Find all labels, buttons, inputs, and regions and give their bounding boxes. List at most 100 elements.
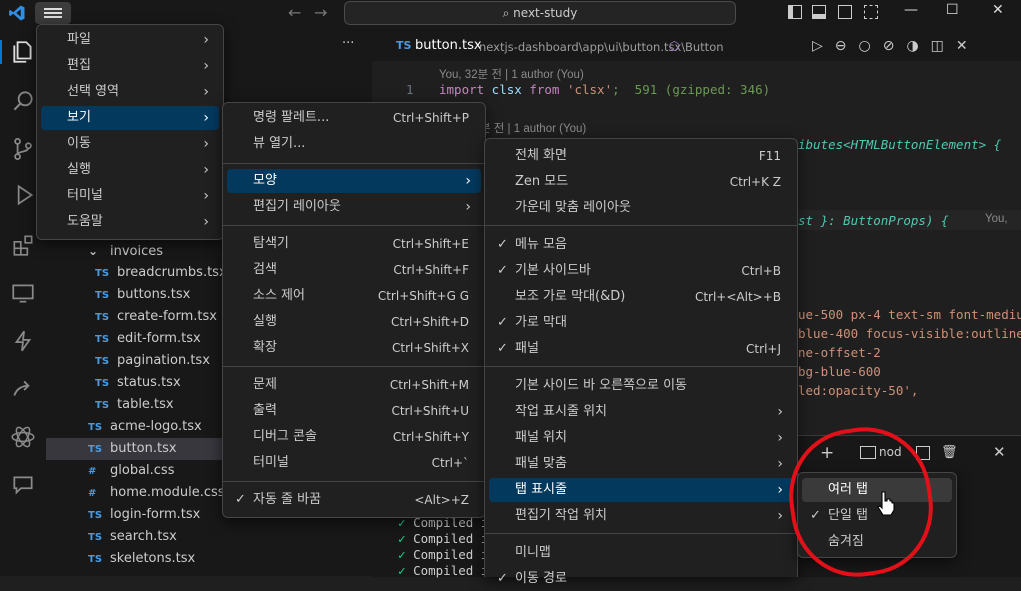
appearance-menu-item-12[interactable]: 탭 표시줄 › (489, 478, 793, 502)
appearance-menu-item-9[interactable]: 작업 표시줄 위치 › (489, 400, 793, 424)
view-menu-item-0[interactable]: 명령 팔레트... Ctrl+Shift+P (227, 106, 481, 130)
code-fragment-6[interactable]: bg-blue-600 (798, 364, 881, 379)
appearance-menu-item-3[interactable]: ✓ 메뉴 모음 (489, 233, 793, 257)
menu-실행[interactable]: 실행 › (41, 158, 219, 182)
extensions-icon[interactable] (10, 232, 36, 258)
vscode-logo[interactable] (8, 4, 26, 22)
view-menu-item-9[interactable]: 문제 Ctrl+Shift+M (227, 373, 481, 397)
react-icon[interactable] (10, 424, 36, 450)
appearance-menu-item-14[interactable]: 미니맵 (489, 541, 793, 565)
appearance-menu-item-10[interactable]: 패널 위치 › (489, 426, 793, 450)
close-panel-icon[interactable]: ✕ (993, 443, 1006, 461)
menu-선택 영역[interactable]: 선택 영역 › (41, 80, 219, 104)
appearance-menu-item-2[interactable]: 가운데 맞춤 레이아웃 (489, 196, 793, 220)
menu-편집[interactable]: 편집 › (41, 54, 219, 78)
git-share-icon[interactable] (10, 376, 36, 402)
close-window-button[interactable]: ✕ (992, 2, 1004, 18)
appearance-menu-item-0[interactable]: 전체 화면 F11 (489, 144, 793, 168)
tree-item[interactable]: TS skeletons.tsx (46, 548, 372, 570)
more-actions-icon[interactable]: ··· (342, 36, 354, 51)
view-menu-item-10[interactable]: 출력 Ctrl+Shift+U (227, 399, 481, 423)
terminal-line-text: Compiled i (413, 531, 489, 546)
tree-item-label: acme-logo.tsx (110, 419, 202, 434)
code-fragment-4[interactable]: blue-400 focus-visible:outline (798, 326, 1021, 341)
run-debug-icon[interactable] (10, 182, 36, 208)
customize-layout-icon[interactable] (864, 5, 878, 19)
shortcut-label: Ctrl+<Alt>+B (694, 290, 781, 304)
view-menu-item-1[interactable]: 뷰 열기... (227, 132, 481, 156)
tree-item-label: table.tsx (117, 397, 174, 412)
chevron-right-icon: › (465, 199, 471, 215)
minimize-button[interactable]: — (904, 2, 918, 18)
trash-icon[interactable]: 🗑 (941, 445, 958, 460)
layout-panel-icon[interactable] (812, 5, 826, 19)
appearance-menu-item-15[interactable]: ✓ 이동 경로 (489, 567, 793, 591)
menu-separator (223, 225, 485, 226)
explorer-icon[interactable] (10, 39, 36, 65)
menu-separator (223, 163, 485, 164)
breadcrumb[interactable]: nextjs-dashboard\app\ui\button.tsx\ (479, 40, 685, 54)
maximize-button[interactable]: ☐ (946, 2, 959, 18)
menu-item-label: 명령 팔레트... (253, 110, 330, 125)
menu-보기[interactable]: 보기 › (41, 106, 219, 130)
menu-separator (223, 481, 485, 482)
view-menu-item-12[interactable]: 터미널 Ctrl+` (227, 451, 481, 475)
appearance-menu-item-8[interactable]: 기본 사이드 바 오른쪽으로 이동 (489, 374, 793, 398)
view-menu-item-4[interactable]: 탐색기 Ctrl+Shift+E (227, 232, 481, 256)
search-icon[interactable] (10, 88, 36, 114)
view-menu-item-11[interactable]: 디버그 콘솔 Ctrl+Shift+Y (227, 425, 481, 449)
appearance-menu-item-6[interactable]: ✓ 가로 막대 (489, 311, 793, 335)
appearance-menu-item-4[interactable]: ✓ 기본 사이드바 Ctrl+B (489, 259, 793, 283)
command-center-search[interactable]: ⌕ next-study (344, 1, 736, 25)
code-fragment-3[interactable]: ue-500 px-4 text-sm font-medium (798, 307, 1021, 322)
code-line-1[interactable]: import clsx from 'clsx'; 591 (gzipped: 3… (439, 82, 770, 97)
tree-item-label: button.tsx (110, 441, 177, 456)
check-icon: ✓ (497, 571, 508, 586)
code-fragment-7[interactable]: led:opacity-50', (798, 383, 918, 398)
view-menu-item-7[interactable]: 실행 Ctrl+Shift+D (227, 310, 481, 334)
appearance-menu-item-13[interactable]: 편집기 작업 위치 › (489, 504, 793, 528)
ts-file-icon: TS (95, 400, 110, 411)
appearance-menu-item-7[interactable]: ✓ 패널 Ctrl+J (489, 337, 793, 361)
menu-icon[interactable] (35, 2, 71, 24)
tree-item-label: create-form.tsx (117, 309, 217, 324)
shortcut-label: Ctrl+K Z (729, 175, 781, 189)
tree-item-label: invoices (110, 244, 164, 259)
forward-arrow-icon[interactable]: → (314, 3, 327, 22)
view-menu-item-3[interactable]: 편집기 레이아웃 › (227, 195, 481, 219)
editor-actions[interactable]: ▷⊖○⊘◑◫✕ (812, 38, 980, 54)
appearance-menu-item-5[interactable]: 보조 가로 막대(&D) Ctrl+<Alt>+B (489, 285, 793, 309)
shortcut-label: Ctrl+B (741, 264, 781, 278)
menu-item-label: 소스 제어 (253, 288, 305, 303)
source-control-icon[interactable] (10, 136, 36, 162)
ts-file-icon: TS (95, 268, 110, 279)
menu-item-label: 이동 경로 (515, 571, 567, 586)
comments-icon[interactable] (10, 472, 36, 498)
tree-item[interactable]: TS search.tsx (46, 526, 372, 548)
view-menu-item-5[interactable]: 검색 Ctrl+Shift+F (227, 258, 481, 282)
chevron-right-icon: › (203, 32, 209, 48)
view-menu-item-8[interactable]: 확장 Ctrl+Shift+X (227, 336, 481, 360)
ts-file-icon: TS (88, 532, 103, 543)
code-fragment-1[interactable]: ibutes<HTMLButtonElement> { (798, 137, 1001, 152)
remote-explorer-icon[interactable] (10, 280, 36, 306)
appearance-menu-item-1[interactable]: Zen 모드 Ctrl+K Z (489, 170, 793, 194)
code-fragment-2[interactable]: st }: ButtonProps) { (798, 213, 949, 228)
layout-sidebar-icon[interactable] (788, 5, 802, 19)
code-fragment-5[interactable]: ne-offset-2 (798, 345, 881, 360)
tab-button-tsx[interactable]: button.tsx (415, 38, 482, 53)
menu-파일[interactable]: 파일 › (41, 28, 219, 52)
menu-터미널[interactable]: 터미널 › (41, 184, 219, 208)
menu-도움말[interactable]: 도움말 › (41, 210, 219, 234)
view-menu-item-6[interactable]: 소스 제어 Ctrl+Shift+G G (227, 284, 481, 308)
back-arrow-icon[interactable]: ← (288, 3, 301, 22)
layout-secondary-icon[interactable] (838, 5, 852, 19)
view-menu-item-2[interactable]: 모양 › (227, 169, 481, 193)
ts-file-icon: TS (95, 290, 110, 301)
menu-item-label: 메뉴 모음 (515, 237, 567, 252)
menu-이동[interactable]: 이동 › (41, 132, 219, 156)
testing-icon[interactable] (10, 328, 36, 354)
appearance-menu-item-11[interactable]: 패널 맞춤 › (489, 452, 793, 476)
breadcrumb-symbol[interactable]: Button (685, 40, 724, 54)
view-menu-item-13[interactable]: ✓ 자동 줄 바꿈 <Alt>+Z (227, 488, 481, 512)
